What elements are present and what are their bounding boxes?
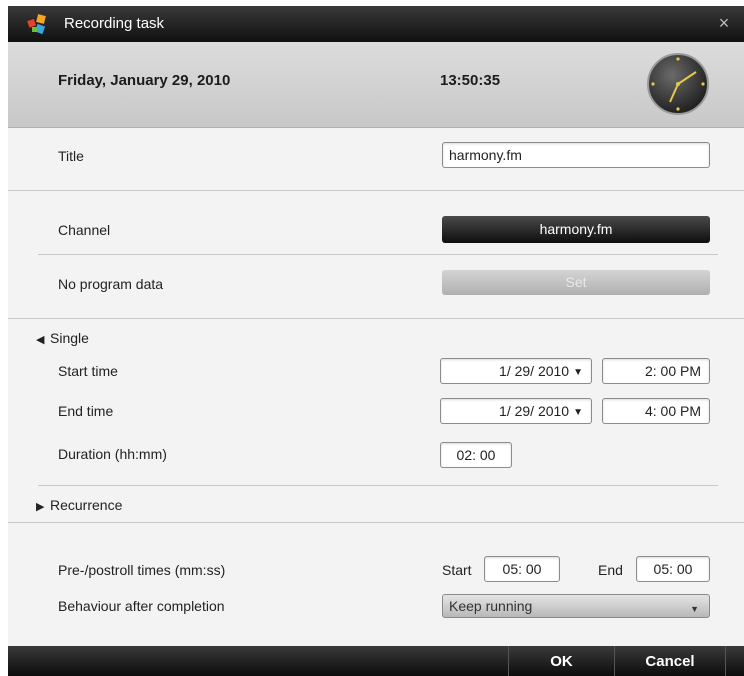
title-label: Title (58, 148, 84, 164)
divider (38, 485, 718, 486)
title-bar[interactable]: Recording task × (8, 6, 744, 42)
recurrence-heading: Recurrence (50, 497, 123, 513)
chevron-down-icon: ▼ (690, 604, 699, 614)
duration-label: Duration (hh:mm) (58, 446, 167, 462)
start-date-value: 1/ 29/ 2010 (499, 363, 570, 379)
divider (8, 522, 744, 523)
set-button[interactable]: Set (442, 270, 710, 295)
preroll-start-spinner[interactable]: 05: 00 (484, 556, 560, 582)
behaviour-select[interactable]: Keep running ▼ (442, 594, 710, 618)
dropdown-arrow-icon[interactable]: ▼ (573, 405, 583, 421)
start-time-spinner[interactable]: 2: 00 PM (602, 358, 710, 384)
start-date-picker[interactable]: 1/ 29/ 2010 ▼ (440, 358, 592, 384)
postroll-end-label: End (598, 562, 623, 578)
dialog-button-bar: OK Cancel (8, 646, 744, 676)
end-date-value: 1/ 29/ 2010 (499, 403, 570, 419)
divider (8, 190, 744, 191)
close-icon[interactable]: × (714, 13, 734, 33)
channel-button[interactable]: harmony.fm (442, 216, 710, 243)
channel-label: Channel (58, 222, 111, 238)
end-time-label: End time (58, 403, 114, 419)
app-logo-icon (27, 14, 46, 35)
single-heading: Single (50, 330, 89, 346)
divider (8, 318, 744, 319)
start-time-label: Start time (58, 363, 118, 379)
program-data-label: No program data (58, 276, 164, 292)
title-input[interactable]: harmony.fm (442, 142, 710, 168)
recurrence-section-toggle[interactable]: ▶ Recurrence (36, 497, 122, 513)
divider (38, 254, 718, 255)
date-time-header: Friday, January 29, 2010 13:50:35 (8, 42, 744, 128)
dropdown-arrow-icon[interactable]: ▼ (573, 365, 583, 381)
collapse-arrow-icon: ◀ (36, 334, 45, 346)
recording-task-window: Recording task × Friday, January 29, 201… (8, 6, 744, 676)
window-title: Recording task (64, 15, 165, 32)
current-date: Friday, January 29, 2010 (58, 72, 231, 89)
analog-clock-icon (647, 53, 709, 115)
expand-arrow-icon: ▶ (36, 501, 45, 513)
postroll-end-spinner[interactable]: 05: 00 (636, 556, 710, 582)
end-date-picker[interactable]: 1/ 29/ 2010 ▼ (440, 398, 592, 424)
end-time-spinner[interactable]: 4: 00 PM (602, 398, 710, 424)
preroll-postroll-label: Pre-/postroll times (mm:ss) (58, 562, 226, 578)
ok-button[interactable]: OK (508, 646, 614, 676)
duration-spinner[interactable]: 02: 00 (440, 442, 512, 468)
behaviour-selected-value: Keep running (449, 598, 533, 614)
behaviour-label: Behaviour after completion (58, 598, 225, 614)
preroll-start-label: Start (442, 562, 472, 578)
cancel-button[interactable]: Cancel (614, 646, 726, 676)
current-time: 13:50:35 (440, 72, 501, 89)
single-section-toggle[interactable]: ◀ Single (36, 330, 89, 346)
